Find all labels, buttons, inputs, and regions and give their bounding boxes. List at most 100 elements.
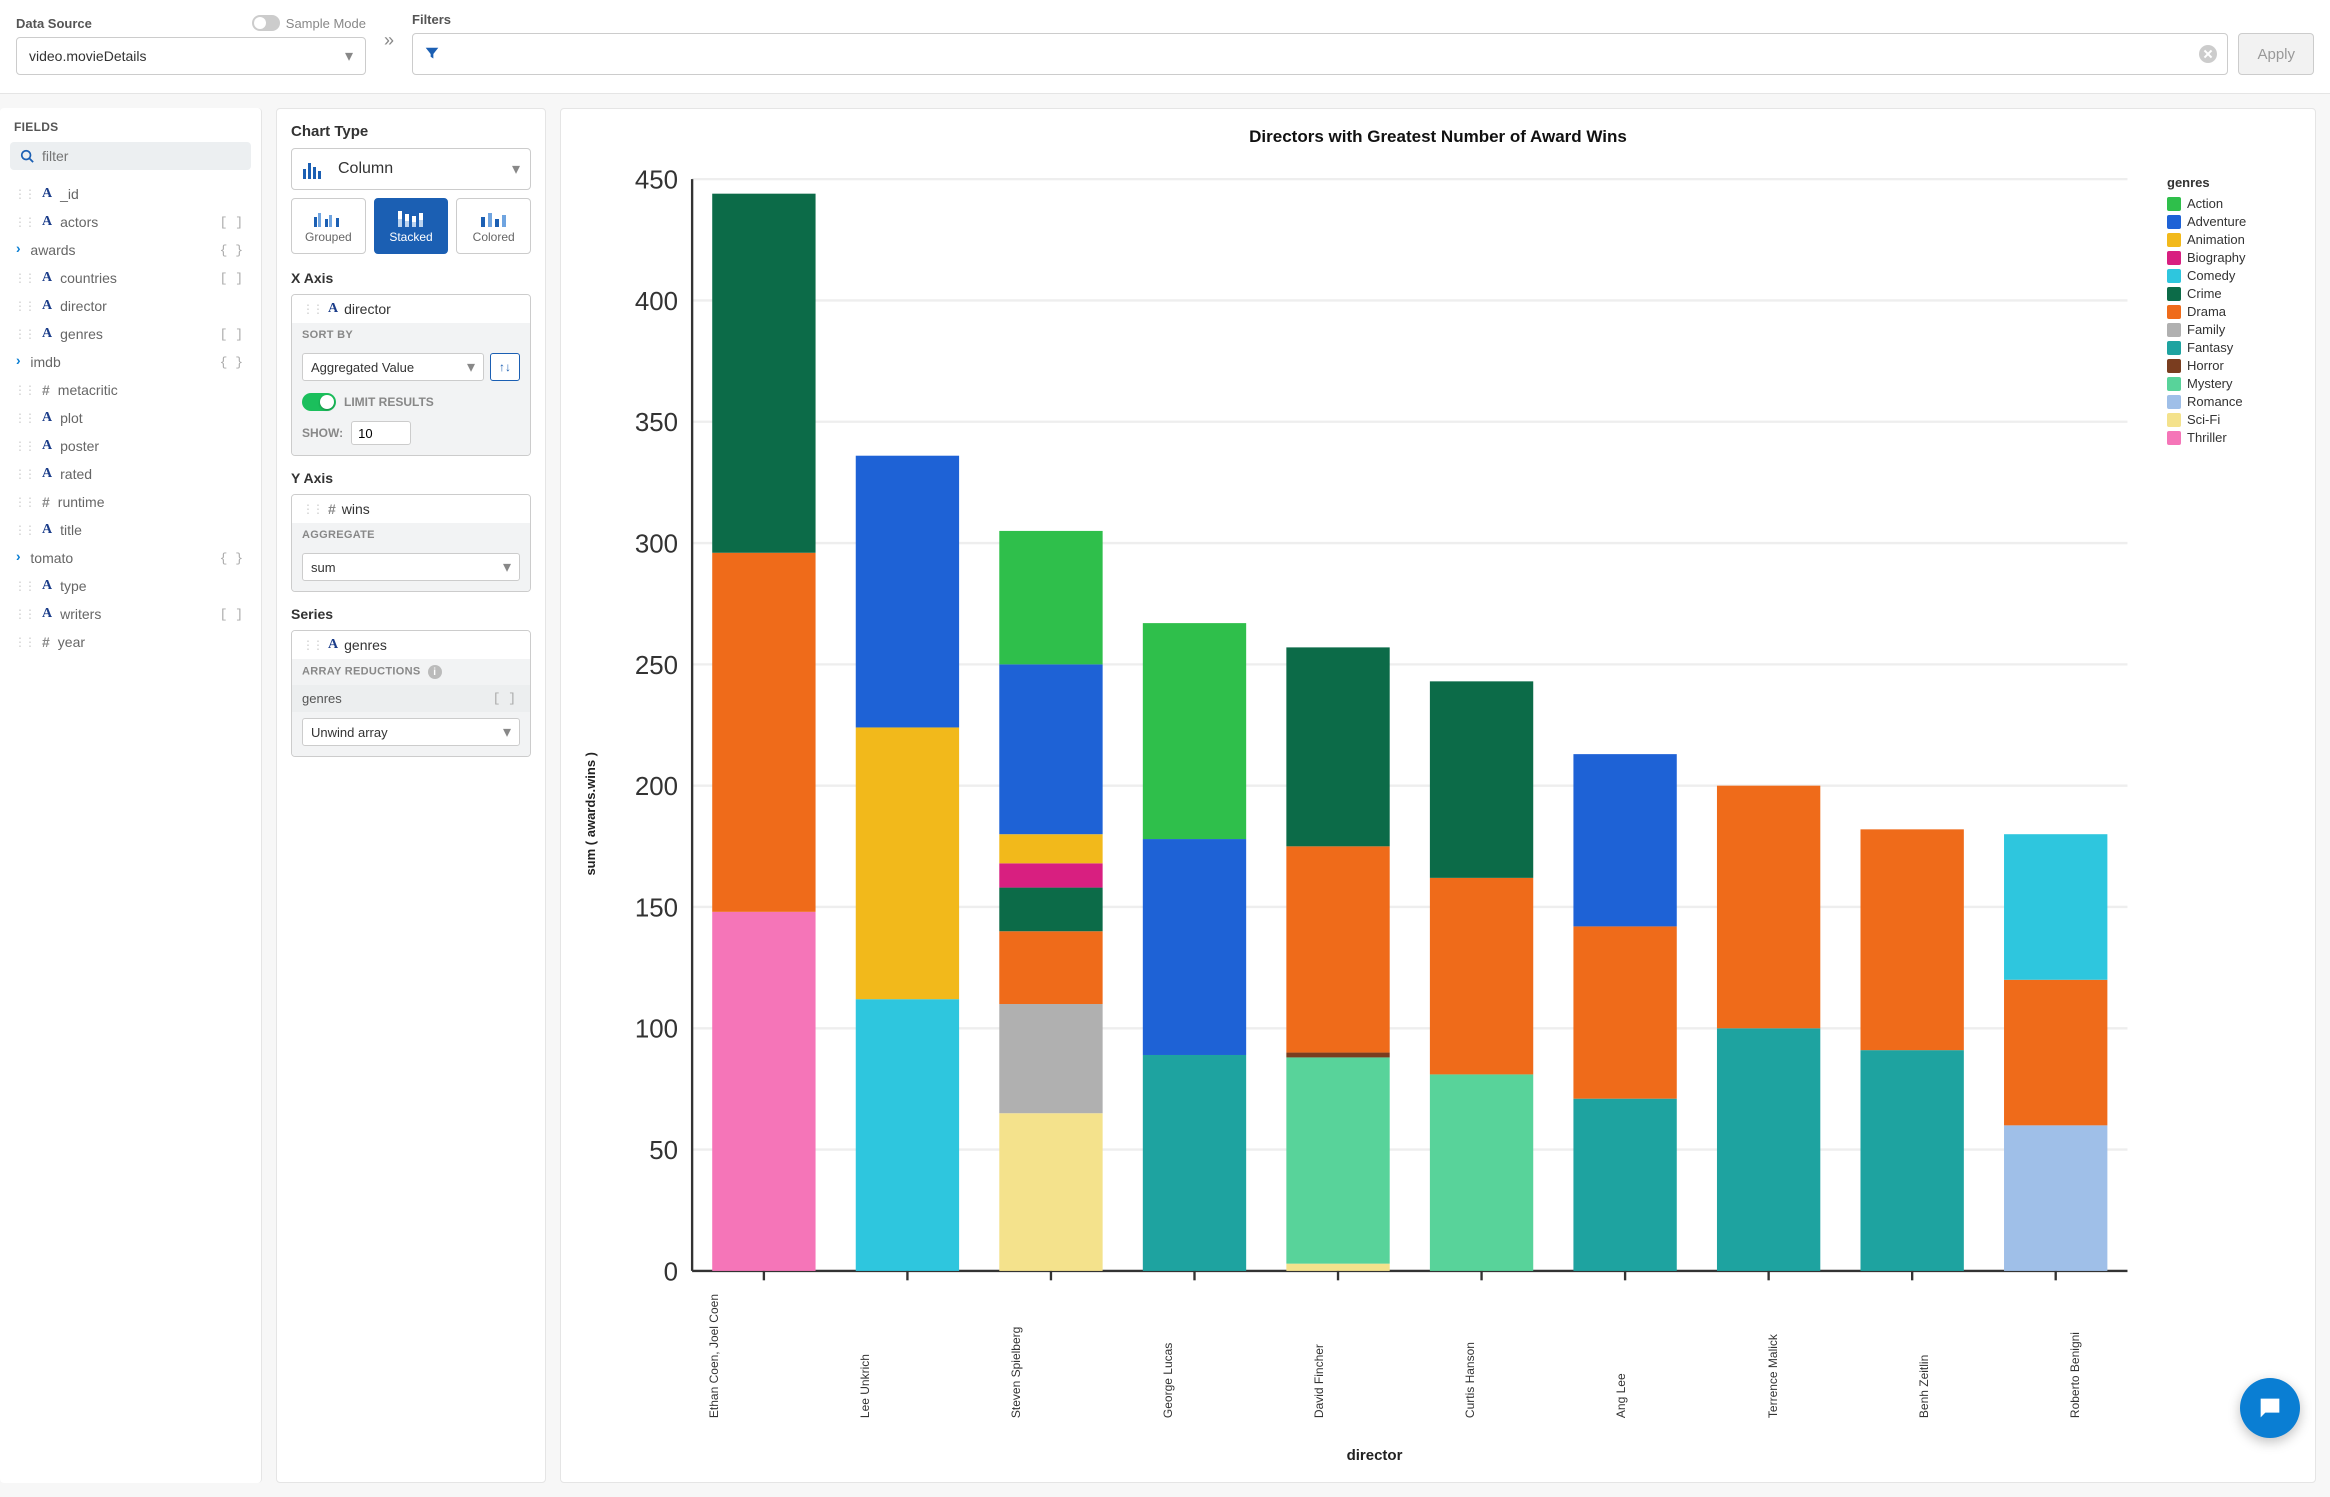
bar-segment[interactable] — [856, 727, 959, 999]
bar-segment[interactable] — [1573, 1099, 1676, 1271]
field-item-genres[interactable]: ⋮⋮Agenres[ ] — [10, 320, 251, 348]
bar-segment[interactable] — [2004, 834, 2107, 980]
field-item-type[interactable]: ⋮⋮Atype — [10, 572, 251, 600]
series-box: ⋮⋮ A genres ARRAY REDUCTIONS i genres [ … — [291, 630, 531, 757]
bar-segment[interactable] — [1573, 754, 1676, 926]
bar-segment[interactable] — [999, 888, 1102, 932]
bar-segment[interactable] — [2004, 980, 2107, 1126]
legend-item[interactable]: Horror — [2167, 358, 2297, 373]
array-reduction-select[interactable]: Unwind array ▾ — [302, 718, 520, 746]
bar-segment[interactable] — [1286, 1053, 1389, 1058]
bar-segment[interactable] — [1286, 647, 1389, 846]
bar-segment[interactable] — [999, 834, 1102, 863]
subtype-colored-button[interactable]: Colored — [456, 198, 531, 254]
field-item-metacritic[interactable]: ⋮⋮#metacritic — [10, 376, 251, 404]
bar-segment[interactable] — [856, 999, 959, 1271]
bar-segment[interactable] — [1286, 846, 1389, 1052]
bar-segment[interactable] — [1860, 1050, 1963, 1271]
legend-item[interactable]: Fantasy — [2167, 340, 2297, 355]
bar-segment[interactable] — [999, 1004, 1102, 1113]
sort-by-label: SORT BY — [292, 323, 530, 347]
field-item-title[interactable]: ⋮⋮Atitle — [10, 516, 251, 544]
bar-segment[interactable] — [712, 194, 815, 553]
field-item-rated[interactable]: ⋮⋮Arated — [10, 460, 251, 488]
limit-toggle[interactable] — [302, 393, 336, 411]
main-layout: FIELDS ⋮⋮A_id⋮⋮Aactors[ ]›awards{ }⋮⋮Aco… — [0, 94, 2330, 1497]
legend-item[interactable]: Animation — [2167, 232, 2297, 247]
legend-item[interactable]: Mystery — [2167, 376, 2297, 391]
bar-segment[interactable] — [999, 931, 1102, 1004]
bar-segment[interactable] — [856, 456, 959, 728]
legend-item[interactable]: Action — [2167, 196, 2297, 211]
field-item-plot[interactable]: ⋮⋮Aplot — [10, 404, 251, 432]
legend-item[interactable]: Biography — [2167, 250, 2297, 265]
field-item-actors[interactable]: ⋮⋮Aactors[ ] — [10, 208, 251, 236]
field-item-_id[interactable]: ⋮⋮A_id — [10, 180, 251, 208]
field-item-year[interactable]: ⋮⋮#year — [10, 628, 251, 656]
field-item-director[interactable]: ⋮⋮Adirector — [10, 292, 251, 320]
drag-icon: ⋮⋮ — [14, 411, 34, 425]
bar-segment[interactable] — [1573, 926, 1676, 1098]
legend-item[interactable]: Crime — [2167, 286, 2297, 301]
sort-direction-button[interactable]: ↑↓ — [490, 353, 520, 381]
bar-segment[interactable] — [999, 863, 1102, 887]
legend-item[interactable]: Comedy — [2167, 268, 2297, 283]
chart-type-select[interactable]: Column ▾ — [291, 148, 531, 190]
show-count-input[interactable] — [351, 421, 411, 445]
clear-icon[interactable] — [2199, 45, 2217, 63]
info-icon[interactable]: i — [428, 665, 442, 679]
sample-mode-toggle[interactable]: Sample Mode — [252, 15, 366, 31]
legend-item[interactable]: Family — [2167, 322, 2297, 337]
bar-segment[interactable] — [1143, 839, 1246, 1055]
bar-segment[interactable] — [712, 912, 815, 1271]
y-axis-field[interactable]: ⋮⋮ # wins — [292, 495, 530, 523]
legend-item[interactable]: Thriller — [2167, 430, 2297, 445]
subtype-grouped-button[interactable]: Grouped — [291, 198, 366, 254]
bar-segment[interactable] — [1430, 681, 1533, 878]
bar-segment[interactable] — [1143, 1055, 1246, 1271]
filter-input[interactable] — [412, 33, 2228, 75]
drag-icon: ⋮⋮ — [14, 187, 34, 201]
bar-segment[interactable] — [999, 664, 1102, 834]
x-tick-label: Lee Unkrich — [789, 1294, 940, 1424]
field-filter-input[interactable] — [10, 142, 251, 170]
field-item-writers[interactable]: ⋮⋮Awriters[ ] — [10, 600, 251, 628]
text-type-icon: A — [328, 301, 338, 317]
field-item-awards[interactable]: ›awards{ } — [10, 236, 251, 264]
bar-segment[interactable] — [1143, 623, 1246, 839]
field-item-runtime[interactable]: ⋮⋮#runtime — [10, 488, 251, 516]
sort-by-select[interactable]: Aggregated Value ▾ — [302, 353, 484, 381]
field-item-poster[interactable]: ⋮⋮Aposter — [10, 432, 251, 460]
bar-segment[interactable] — [1286, 1264, 1389, 1271]
array-reduction-chip[interactable]: genres [ ] — [292, 685, 530, 712]
bar-segment[interactable] — [999, 1113, 1102, 1271]
legend-item[interactable]: Romance — [2167, 394, 2297, 409]
field-item-tomato[interactable]: ›tomato{ } — [10, 544, 251, 572]
legend-item[interactable]: Drama — [2167, 304, 2297, 319]
field-filter-text[interactable] — [42, 148, 241, 164]
data-source-select[interactable]: video.movieDetails ▾ — [16, 37, 366, 75]
field-item-countries[interactable]: ⋮⋮Acountries[ ] — [10, 264, 251, 292]
bar-segment[interactable] — [2004, 1125, 2107, 1271]
bar-segment[interactable] — [712, 553, 815, 912]
bar-segment[interactable] — [1717, 1028, 1820, 1271]
chat-icon — [2256, 1394, 2284, 1422]
bar-segment[interactable] — [1286, 1057, 1389, 1263]
bar-segment[interactable] — [1430, 1074, 1533, 1271]
x-axis-field[interactable]: ⋮⋮ A director — [292, 295, 530, 323]
apply-button[interactable]: Apply — [2238, 33, 2314, 75]
legend-item[interactable]: Sci-Fi — [2167, 412, 2297, 427]
bar-segment[interactable] — [1717, 786, 1820, 1029]
field-name: plot — [60, 410, 247, 426]
chat-fab[interactable] — [2240, 1378, 2300, 1438]
aggregate-select[interactable]: sum ▾ — [302, 553, 520, 581]
x-tick-label: David Fincher — [1243, 1294, 1394, 1424]
bar-segment[interactable] — [999, 531, 1102, 664]
subtype-stacked-button[interactable]: Stacked — [374, 198, 449, 254]
bar-segment[interactable] — [1860, 829, 1963, 1050]
bar-segment[interactable] — [1430, 878, 1533, 1075]
legend-item[interactable]: Adventure — [2167, 214, 2297, 229]
field-item-imdb[interactable]: ›imdb{ } — [10, 348, 251, 376]
series-field[interactable]: ⋮⋮ A genres — [292, 631, 530, 659]
field-name: type — [60, 578, 247, 594]
